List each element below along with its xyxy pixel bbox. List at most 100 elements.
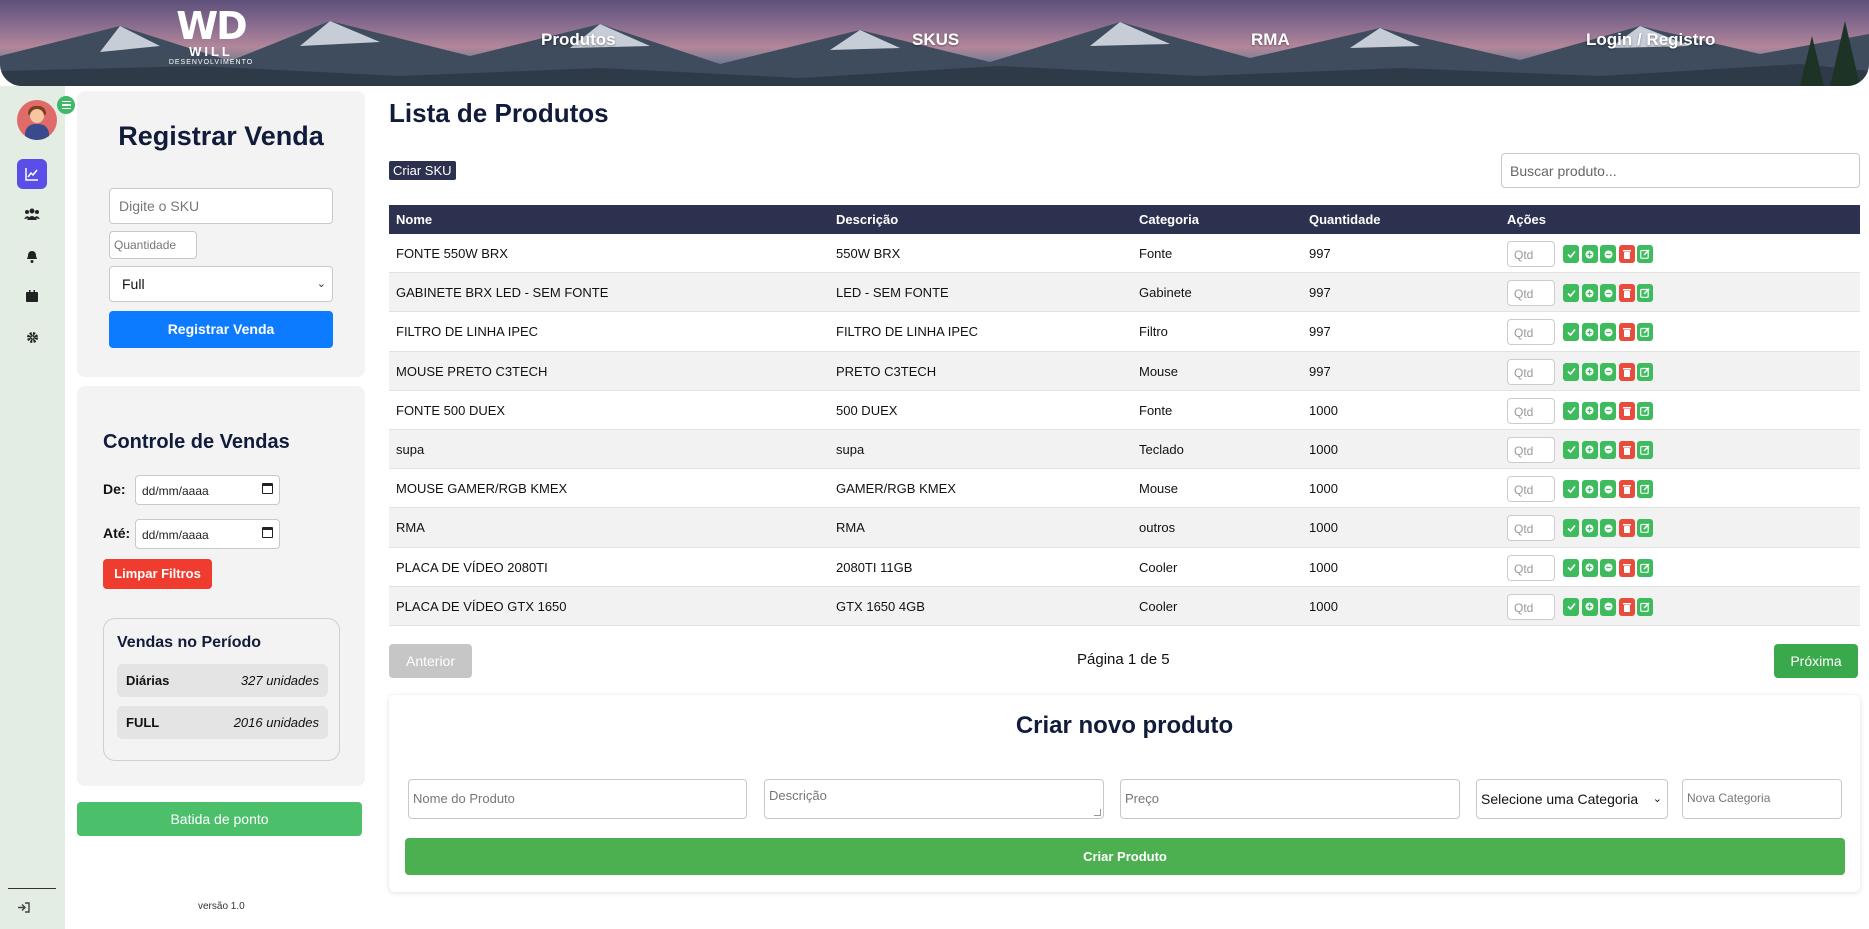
qtd-input[interactable]: Qtd xyxy=(1507,397,1555,424)
edit-icon[interactable] xyxy=(1637,597,1653,616)
qtd-input[interactable]: Qtd xyxy=(1507,436,1555,463)
add-icon[interactable] xyxy=(1581,245,1598,263)
criar-produto-button[interactable]: Criar Produto xyxy=(405,838,1845,875)
logo[interactable]: WD WILL DESENVOLVIMENTO xyxy=(166,6,256,74)
subtract-icon[interactable] xyxy=(1600,323,1616,342)
add-icon[interactable] xyxy=(1581,440,1598,459)
criar-sku-button[interactable]: Criar SKU xyxy=(389,161,456,180)
add-icon[interactable] xyxy=(1581,362,1598,381)
confirm-icon[interactable] xyxy=(1563,284,1579,303)
qtd-input[interactable]: Qtd xyxy=(1507,515,1555,542)
edit-icon[interactable] xyxy=(1637,284,1653,303)
edit-icon[interactable] xyxy=(1637,519,1653,538)
registrar-venda-button[interactable]: Registrar Venda xyxy=(109,311,333,348)
trash-icon[interactable] xyxy=(1618,245,1635,263)
product-name-input[interactable]: Nome do Produto xyxy=(408,779,747,819)
add-icon[interactable] xyxy=(1581,597,1598,616)
add-icon[interactable] xyxy=(1581,519,1598,538)
trash-icon[interactable] xyxy=(1618,558,1635,577)
subtract-icon[interactable] xyxy=(1600,362,1616,381)
nav-produtos[interactable]: Produtos xyxy=(541,30,616,50)
edit-icon[interactable] xyxy=(1637,323,1653,342)
subtract-icon[interactable] xyxy=(1600,440,1616,459)
trash-icon[interactable] xyxy=(1618,519,1635,538)
product-description-input[interactable]: Descrição xyxy=(764,779,1104,819)
confirm-icon[interactable] xyxy=(1563,440,1579,459)
from-date-input[interactable]: dd/mm/aaaa xyxy=(135,475,280,505)
logo-mark: WD xyxy=(176,4,247,48)
add-icon[interactable] xyxy=(1581,284,1598,303)
edit-icon[interactable] xyxy=(1637,362,1653,381)
qtd-input[interactable]: Qtd xyxy=(1507,280,1555,307)
bell-icon[interactable] xyxy=(17,241,47,271)
qtd-input[interactable]: Qtd xyxy=(1507,476,1555,503)
subtract-icon[interactable] xyxy=(1600,245,1616,263)
product-price-input[interactable]: Preço xyxy=(1120,779,1460,819)
edit-icon[interactable] xyxy=(1637,480,1653,499)
trash-icon[interactable] xyxy=(1618,401,1635,420)
resize-handle[interactable] xyxy=(1094,809,1101,816)
trash-icon[interactable] xyxy=(1618,362,1635,381)
confirm-icon[interactable] xyxy=(1563,323,1579,342)
menu-icon[interactable] xyxy=(57,96,75,114)
qtd-input[interactable]: Qtd xyxy=(1507,554,1555,581)
subtract-icon[interactable] xyxy=(1600,519,1616,538)
sale-type-select[interactable]: Full ⌄ xyxy=(109,266,333,302)
chart-icon[interactable] xyxy=(17,159,47,189)
trash-icon[interactable] xyxy=(1618,597,1635,616)
add-icon[interactable] xyxy=(1581,401,1598,420)
qtd-input[interactable]: Qtd xyxy=(1507,358,1555,385)
add-icon[interactable] xyxy=(1581,480,1598,499)
to-date-input[interactable]: dd/mm/aaaa xyxy=(135,519,280,549)
quantity-input[interactable]: Quantidade xyxy=(109,231,197,259)
proxima-button[interactable]: Próxima xyxy=(1774,644,1858,678)
nav-rma[interactable]: RMA xyxy=(1251,30,1290,50)
anterior-button[interactable]: Anterior xyxy=(389,644,472,678)
confirm-icon[interactable] xyxy=(1563,245,1579,263)
sign-out-icon[interactable] xyxy=(18,900,30,918)
subtract-icon[interactable] xyxy=(1600,558,1616,577)
subtract-icon[interactable] xyxy=(1600,401,1616,420)
users-icon[interactable] xyxy=(17,199,47,229)
category-select[interactable]: Selecione uma Categoria ⌄ xyxy=(1476,779,1668,819)
confirm-icon[interactable] xyxy=(1563,362,1579,381)
new-category-input[interactable]: Nova Categoria xyxy=(1682,779,1842,819)
add-icon[interactable] xyxy=(1581,558,1598,577)
calendar-icon[interactable] xyxy=(262,527,273,538)
cell-nome: FILTRO DE LINHA IPEC xyxy=(396,324,539,340)
edit-icon[interactable] xyxy=(1637,440,1653,459)
trash-icon[interactable] xyxy=(1618,480,1635,499)
subtract-icon[interactable] xyxy=(1600,480,1616,499)
qtd-input[interactable]: Qtd xyxy=(1507,319,1555,346)
subtract-icon[interactable] xyxy=(1600,284,1616,303)
limpar-filtros-button[interactable]: Limpar Filtros xyxy=(103,559,212,589)
sku-input[interactable]: Digite o SKU xyxy=(109,188,333,224)
confirm-icon[interactable] xyxy=(1563,401,1579,420)
qtd-input[interactable]: Qtd xyxy=(1507,241,1555,267)
nav-skus[interactable]: SKUS xyxy=(912,30,959,50)
qtd-input[interactable]: Qtd xyxy=(1507,593,1555,620)
trash-icon[interactable] xyxy=(1618,440,1635,459)
confirm-icon[interactable] xyxy=(1563,597,1579,616)
trash-icon[interactable] xyxy=(1618,284,1635,303)
confirm-icon[interactable] xyxy=(1563,519,1579,538)
table-row: MOUSE PRETO C3TECH PRETO C3TECH Mouse 997 Qt… xyxy=(389,351,1860,391)
calendar-icon[interactable] xyxy=(17,281,47,311)
edit-icon[interactable] xyxy=(1637,245,1653,263)
trash-icon[interactable] xyxy=(1618,323,1635,342)
gear-icon[interactable] xyxy=(17,322,47,352)
edit-icon[interactable] xyxy=(1637,558,1653,577)
page-info: Página 1 de 5 xyxy=(1077,651,1170,668)
batida-ponto-button[interactable]: Batida de ponto xyxy=(77,802,362,836)
cell-categoria: Teclado xyxy=(1139,441,1184,457)
confirm-icon[interactable] xyxy=(1563,558,1579,577)
confirm-icon[interactable] xyxy=(1563,480,1579,499)
search-input[interactable]: Buscar produto... xyxy=(1501,153,1860,188)
nav-login-registro[interactable]: Login / Registro xyxy=(1586,30,1715,50)
subtract-icon[interactable] xyxy=(1600,597,1616,616)
avatar[interactable] xyxy=(17,100,57,140)
calendar-icon[interactable] xyxy=(262,483,273,494)
edit-icon[interactable] xyxy=(1637,401,1653,420)
table-row: supa supa Teclado 1000 Qtd xyxy=(389,429,1860,470)
add-icon[interactable] xyxy=(1581,323,1598,342)
